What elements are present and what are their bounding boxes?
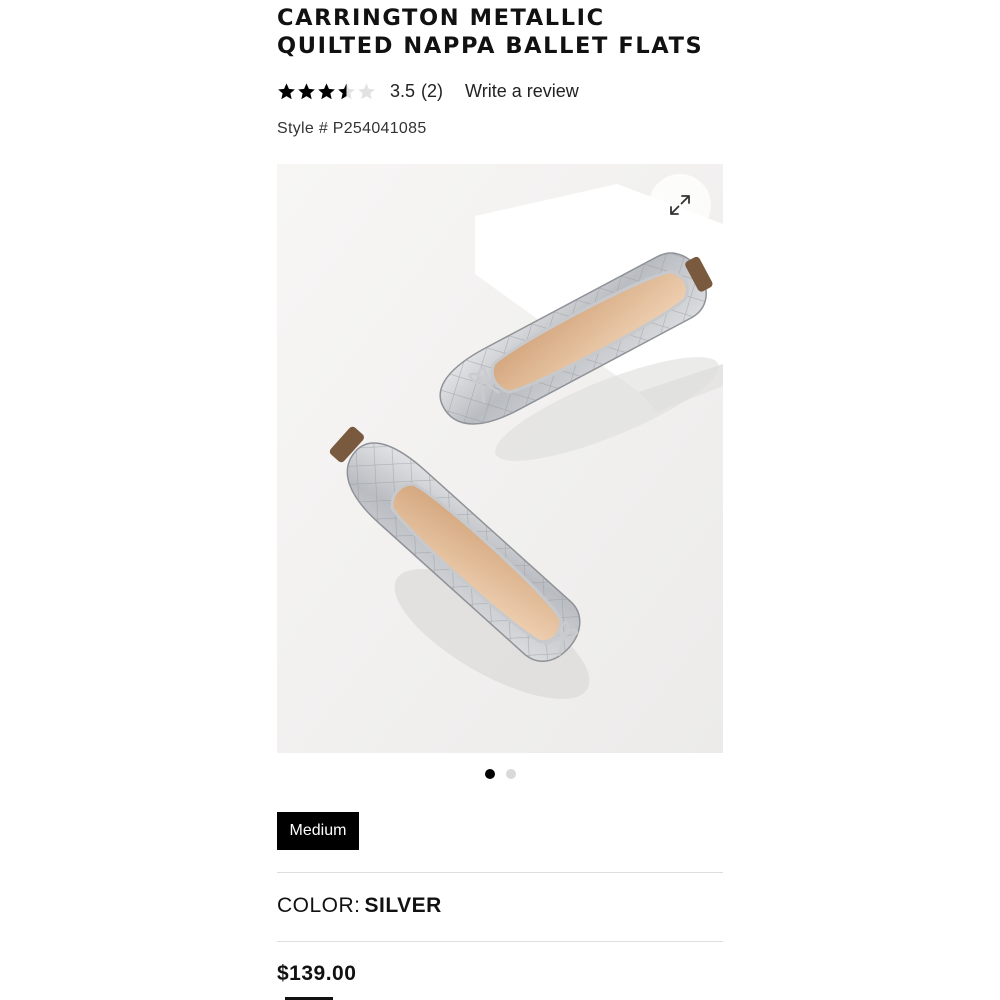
rating-count[interactable]: (2) <box>421 81 443 102</box>
rating-stars[interactable] <box>277 82 376 101</box>
divider <box>277 872 723 873</box>
color-value: SILVER <box>364 894 442 917</box>
product-title-line-2: QUILTED NAPPA BALLET FLATS <box>277 33 704 59</box>
product-image[interactable] <box>277 164 723 753</box>
color-label: COLOR: <box>277 894 361 917</box>
width-option-medium[interactable]: Medium <box>277 812 359 850</box>
star-full-icon <box>278 82 295 99</box>
star-half-icon <box>338 82 355 99</box>
star-full-icon <box>318 82 335 99</box>
ballet-flats-photo <box>277 164 723 753</box>
rating-value: 3.5 <box>390 80 416 101</box>
product-title: CARRINGTON METALLIC QUILTED NAPPA BALLET … <box>277 4 723 60</box>
pagination-dot-1[interactable] <box>484 769 495 779</box>
star-empty-icon <box>358 82 375 99</box>
write-review-link[interactable]: Write a review <box>465 81 579 102</box>
divider <box>277 941 723 942</box>
product-title-line-1: CARRINGTON METALLIC <box>277 5 605 31</box>
zoom-button[interactable] <box>649 174 711 236</box>
style-label: Style # <box>277 120 329 137</box>
rating-row: 3.5 (2) Write a review <box>277 78 579 104</box>
product-page: CARRINGTON METALLIC QUILTED NAPPA BALLET … <box>0 0 1000 1000</box>
color-selector-label: COLOR: SILVER <box>277 894 442 918</box>
image-pagination <box>277 769 723 779</box>
star-full-icon <box>298 82 315 99</box>
style-value: P254041085 <box>332 120 427 137</box>
pagination-dot-2[interactable] <box>505 769 516 779</box>
expand-icon <box>670 195 690 215</box>
style-number: Style # P254041085 <box>277 120 427 138</box>
product-price: $139.00 <box>277 962 357 985</box>
